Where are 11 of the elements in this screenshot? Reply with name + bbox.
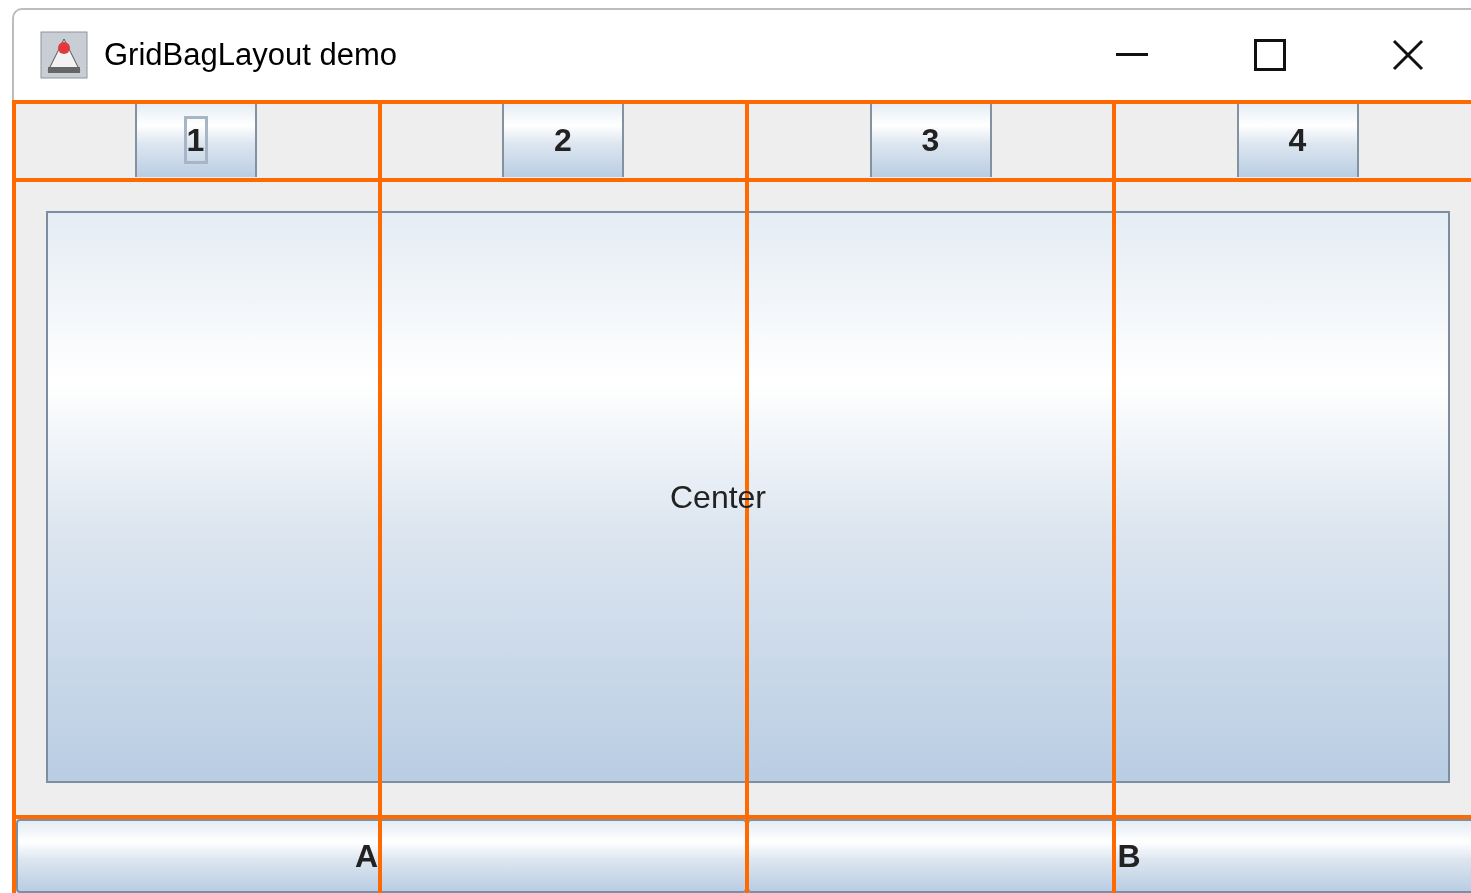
maximize-icon bbox=[1254, 39, 1286, 71]
window-title: GridBagLayout demo bbox=[104, 35, 397, 74]
close-icon bbox=[1392, 39, 1424, 71]
number-button[interactable]: 3 bbox=[869, 103, 992, 177]
letter-button[interactable]: A bbox=[16, 819, 747, 893]
number-button[interactable]: 1 bbox=[134, 103, 257, 177]
number-button[interactable]: 4 bbox=[1236, 103, 1359, 177]
app-icon bbox=[40, 31, 88, 79]
number-button[interactable]: 2 bbox=[502, 103, 624, 177]
minimize-icon bbox=[1116, 53, 1148, 57]
letter-button[interactable]: B bbox=[747, 819, 1471, 893]
